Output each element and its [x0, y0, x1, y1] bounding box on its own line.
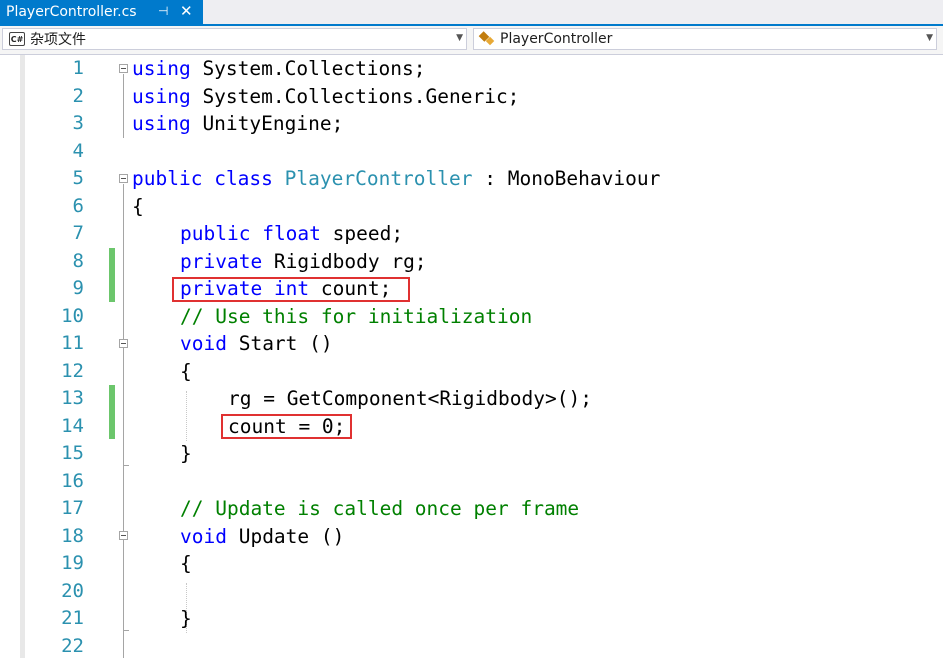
line-number: 18: [18, 523, 84, 551]
code-text: System.Collections.Generic;: [191, 85, 520, 108]
code-line-10-comment: // Use this for initialization: [180, 303, 532, 331]
outline-line: [123, 74, 124, 138]
line-number: 5: [18, 165, 84, 193]
line-number: 13: [18, 385, 84, 413]
document-tab-bar: PlayerController.cs ⊣ ✕: [0, 0, 943, 26]
outline-line: [123, 184, 124, 658]
chevron-down-icon[interactable]: ▼: [456, 33, 463, 43]
code-text: UnityEngine;: [191, 112, 344, 135]
pin-icon[interactable]: ⊣: [158, 4, 168, 18]
code-text: speed;: [321, 222, 403, 245]
collapse-icon[interactable]: [119, 339, 128, 348]
keyword: public: [132, 167, 202, 190]
code-line-17-comment: // Update is called once per frame: [180, 495, 579, 523]
collapse-icon[interactable]: [119, 531, 128, 540]
code-line-15: }: [180, 440, 192, 468]
code-line-21: }: [180, 605, 192, 633]
code-text: Rigidbody rg;: [262, 250, 426, 273]
highlight-box-line-9: [172, 277, 410, 302]
line-number: 19: [18, 550, 84, 578]
keyword: void: [180, 525, 227, 548]
line-number: 8: [18, 248, 84, 276]
outline-end: [123, 465, 129, 466]
line-number: 12: [18, 358, 84, 386]
csharp-file-icon: C#: [9, 32, 25, 46]
code-editor[interactable]: 1 2 3 4 5 6 7 8 9 10 11 12 13 14 15 16 1…: [0, 55, 943, 658]
line-number: 3: [18, 110, 84, 138]
line-number: 16: [18, 468, 84, 496]
outline-end: [123, 630, 129, 631]
line-number: 14: [18, 413, 84, 441]
chevron-down-icon[interactable]: ▼: [926, 33, 933, 43]
code-line-18: void Update (): [180, 523, 344, 551]
line-number: 10: [18, 303, 84, 331]
change-marker: [109, 248, 115, 302]
code-line-11: void Start (): [180, 330, 333, 358]
code-line-2: using System.Collections.Generic;: [132, 83, 519, 111]
code-text: Update (): [227, 525, 344, 548]
code-line-1: using System.Collections;: [132, 55, 426, 83]
type-dropdown-label: PlayerController: [500, 31, 612, 47]
code-line-6: {: [132, 193, 144, 221]
line-number: 20: [18, 578, 84, 606]
keyword: float: [262, 222, 321, 245]
line-number: 1: [18, 55, 84, 83]
line-number: 2: [18, 83, 84, 111]
code-line-5: public class PlayerController : MonoBeha…: [132, 165, 660, 193]
indent-guide: [186, 391, 187, 441]
line-number: 7: [18, 220, 84, 248]
tab-playercontroller[interactable]: PlayerController.cs ⊣ ✕: [0, 0, 203, 24]
type-dropdown[interactable]: PlayerController ▼: [473, 28, 937, 50]
collapse-icon[interactable]: [119, 64, 128, 73]
highlight-box-line-14: [221, 414, 352, 439]
code-line-8: private Rigidbody rg;: [180, 248, 427, 276]
keyword: public: [180, 222, 250, 245]
keyword: class: [214, 167, 273, 190]
line-number: 11: [18, 330, 84, 358]
line-number: 17: [18, 495, 84, 523]
keyword: void: [180, 332, 227, 355]
class-icon: [480, 32, 496, 46]
project-dropdown-label: 杂项文件: [30, 29, 86, 49]
code-line-12: {: [180, 358, 192, 386]
code-line-13: rg = GetComponent<Rigidbody>();: [228, 385, 592, 413]
change-marker: [109, 385, 115, 439]
line-number: 4: [18, 138, 84, 166]
code-line-19: {: [180, 550, 192, 578]
code-line-7: public float speed;: [180, 220, 403, 248]
code-text: : MonoBehaviour: [473, 167, 661, 190]
project-dropdown[interactable]: C# 杂项文件 ▼: [2, 28, 467, 50]
keyword: using: [132, 57, 191, 80]
line-number: 21: [18, 605, 84, 633]
code-text: System.Collections;: [191, 57, 426, 80]
type-name: PlayerController: [285, 167, 473, 190]
keyword: private: [180, 250, 262, 273]
line-number: 9: [18, 275, 84, 303]
code-text: Start (): [227, 332, 333, 355]
code-line-3: using UnityEngine;: [132, 110, 343, 138]
tab-title: PlayerController.cs: [6, 4, 137, 20]
line-number: 22: [18, 633, 84, 660]
line-number: 6: [18, 193, 84, 221]
navigation-bar: C# 杂项文件 ▼ PlayerController ▼: [0, 26, 943, 55]
keyword: using: [132, 85, 191, 108]
collapse-icon[interactable]: [119, 174, 128, 183]
line-number: 15: [18, 440, 84, 468]
close-icon[interactable]: ✕: [180, 2, 193, 20]
keyword: using: [132, 112, 191, 135]
